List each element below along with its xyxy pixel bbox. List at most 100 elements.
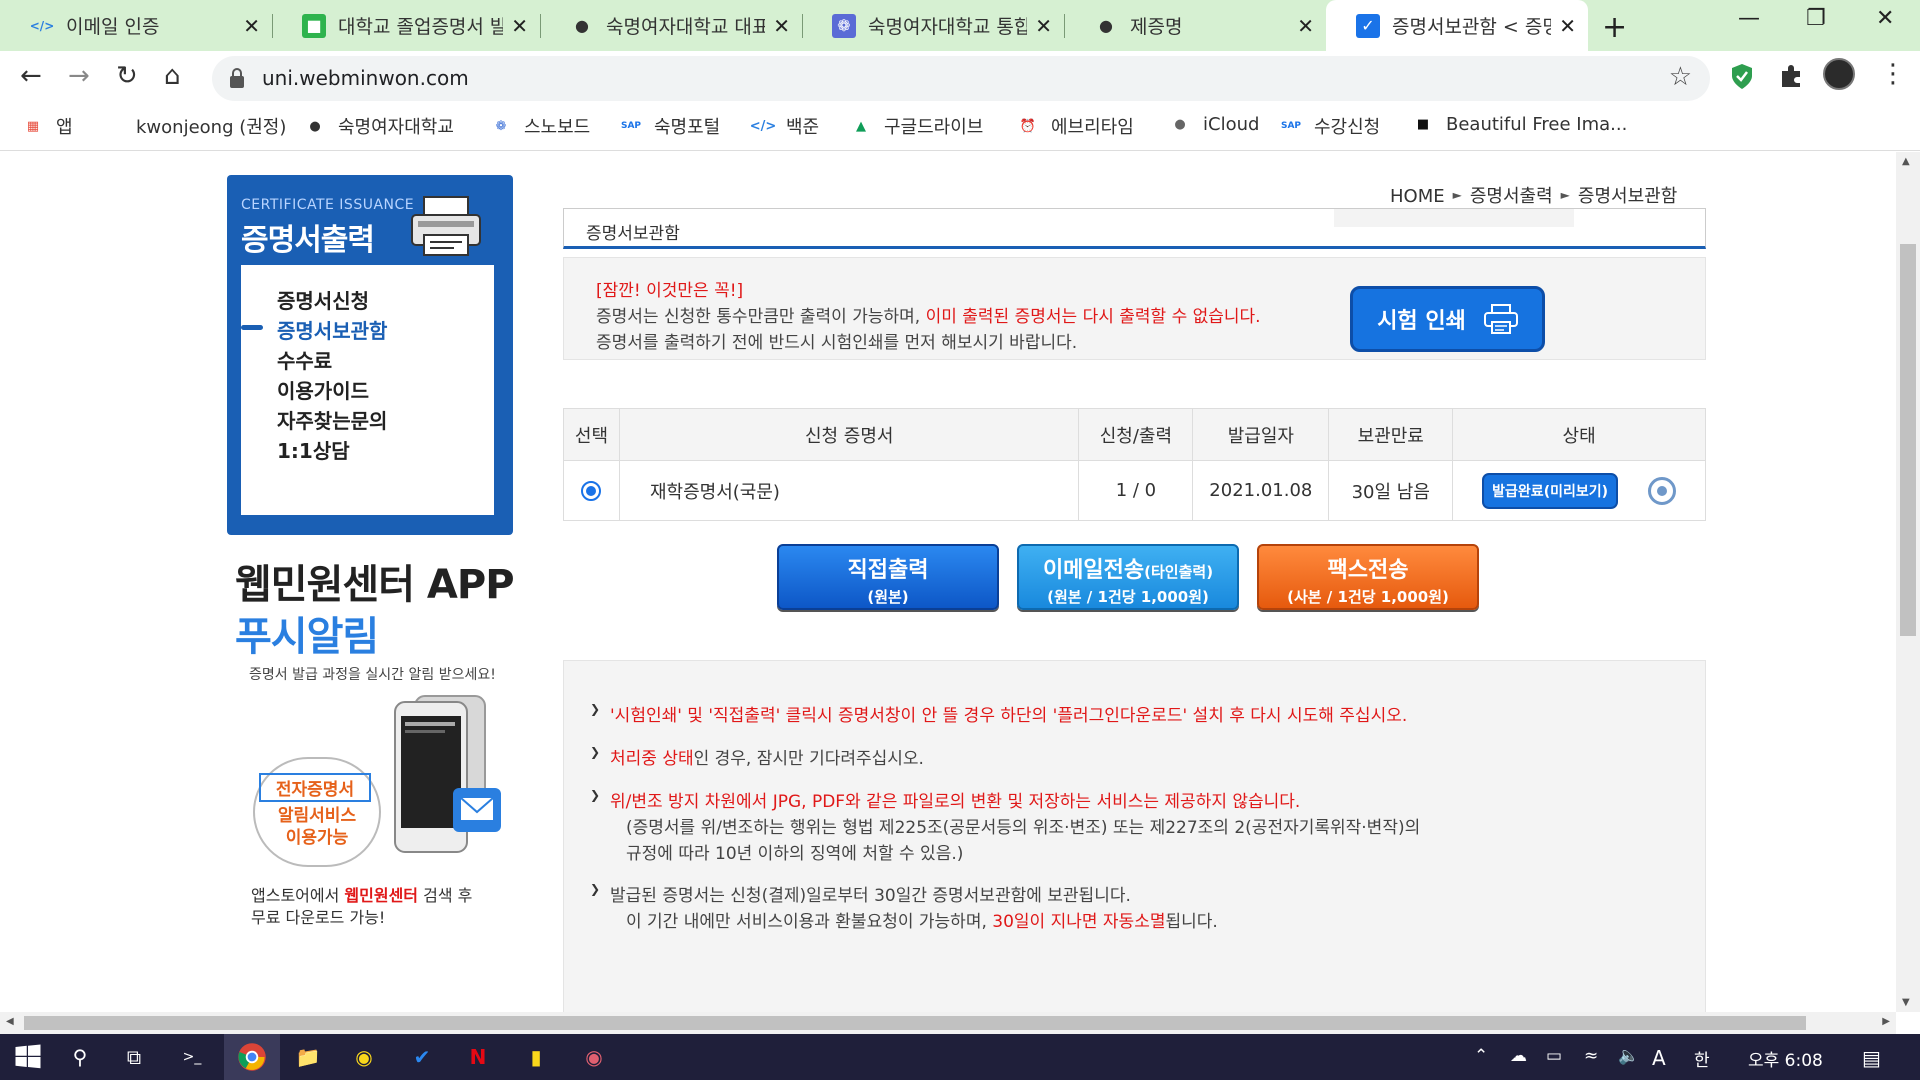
eye-icon[interactable] [1648, 476, 1677, 505]
address-bar[interactable]: uni.webminwon.com ☆ [212, 56, 1710, 101]
horizontal-scrollbar[interactable]: ◀ ▶ [0, 1012, 1896, 1034]
test-print-button[interactable]: 시험 인쇄 [1350, 286, 1545, 352]
battery-icon[interactable]: ▭ [1546, 1046, 1562, 1066]
scroll-down-icon[interactable]: ▼ [1902, 997, 1910, 1008]
tray-chevron-icon[interactable]: ⌃ [1474, 1046, 1488, 1066]
bookmark-2[interactable]: kwonjeong (권정) [136, 113, 286, 139]
ghost-strip [1334, 209, 1574, 227]
cert-menu-item[interactable]: 이용가이드 [277, 375, 369, 404]
todo-icon[interactable]: ✔ [406, 1042, 438, 1072]
new-tab-button[interactable]: + [1602, 10, 1627, 45]
scroll-right-icon[interactable]: ▶ [1882, 1016, 1890, 1027]
netflix-icon[interactable]: N [462, 1042, 494, 1072]
tab-close-icon[interactable]: ✕ [1297, 14, 1314, 38]
paint-icon[interactable]: ◉ [578, 1042, 610, 1072]
app-ad-push: 푸시알림 [235, 614, 379, 660]
puzzle-extension-icon[interactable] [1778, 63, 1804, 89]
arrow-icon: ❯ [590, 745, 601, 759]
lock-icon[interactable] [228, 67, 246, 89]
notification-center-icon[interactable]: ▤ [1862, 1046, 1881, 1070]
column-header: 신청/출력 [1078, 408, 1194, 461]
tab-6[interactable]: ✓ 증명서보관함 < 증명 ✕ [1326, 0, 1588, 51]
tab-close-icon[interactable]: ✕ [243, 14, 260, 38]
action-sub-label: (사본 / 1건당 1,000원) [1287, 588, 1449, 606]
task-view-icon[interactable]: ⧉ [118, 1042, 150, 1072]
onedrive-icon[interactable]: ☁ [1510, 1046, 1527, 1066]
file-explorer-icon[interactable]: 📁 [292, 1042, 324, 1072]
bookmark-1[interactable]: ▦ 앱 [22, 113, 73, 139]
menu-kebab-icon[interactable]: ⋮ [1880, 59, 1906, 89]
bookmark-4[interactable]: ❁ 스노보드 [490, 113, 591, 139]
tab-close-icon[interactable]: ✕ [1035, 14, 1052, 38]
windows-start-icon[interactable] [12, 1042, 44, 1072]
tab-3[interactable]: ● 숙명여자대학교 대표 ✕ [540, 0, 802, 51]
globe-icon: ● [309, 118, 321, 134]
action-button-1[interactable]: 직접출력 (원본) [777, 544, 999, 610]
sap-icon: SAP [620, 121, 642, 131]
tab-close-icon[interactable]: ✕ [773, 14, 790, 38]
reload-button[interactable]: ↻ [116, 61, 138, 91]
search-icon[interactable]: ⚲ [64, 1042, 96, 1072]
tab-close-icon[interactable]: ✕ [511, 14, 528, 38]
terminal-icon[interactable]: >_ [176, 1042, 208, 1072]
volume-icon[interactable]: 🔈 [1618, 1046, 1639, 1066]
bookmark-label: 수강신청 [1314, 117, 1381, 138]
google-drive-icon: ▲ [856, 118, 866, 134]
breadcrumb-item[interactable]: 증명서보관함 [1578, 186, 1677, 207]
font-icon[interactable]: A [1652, 1046, 1666, 1070]
bookmark-6[interactable]: </> 백준 [750, 113, 819, 139]
scroll-left-icon[interactable]: ◀ [6, 1016, 14, 1027]
breadcrumb-item[interactable]: 증명서출력 [1470, 186, 1553, 207]
bookmark-3[interactable]: ● 숙명여자대학교 [304, 113, 454, 139]
tab-4[interactable]: ❁ 숙명여자대학교 통합 ✕ [802, 0, 1064, 51]
vertical-scrollbar[interactable]: ▲ ▼ [1896, 152, 1920, 1012]
vertical-scroll-thumb[interactable] [1900, 244, 1916, 636]
forward-button[interactable]: → [68, 61, 90, 91]
bookmark-11[interactable]: ■ Beautiful Free Ima... [1412, 113, 1628, 135]
bookmark-8[interactable]: ⏰ 에브리타임 [1017, 113, 1134, 139]
tab-close-icon[interactable]: ✕ [1559, 14, 1576, 38]
cert-menu-item[interactable]: 수수료 [277, 345, 332, 374]
tab-2[interactable]: ■ 대학교 졸업증명서 발 ✕ [272, 0, 540, 51]
bookmark-7[interactable]: ▲ 구글드라이브 [850, 113, 983, 139]
bubble-line-1: 알림서비스 [277, 806, 357, 826]
close-window-button[interactable]: ✕ [1876, 6, 1894, 31]
ime-indicator[interactable]: 한 [1694, 1046, 1710, 1071]
kakaotalk-icon[interactable]: ◉ [348, 1042, 380, 1072]
cert-menu-item[interactable]: 증명서신청 [277, 285, 369, 314]
restore-button[interactable]: ❐ [1806, 6, 1826, 31]
row-radio[interactable] [581, 481, 602, 501]
preview-button[interactable]: 발급완료(미리보기) [1482, 472, 1619, 509]
profile-avatar[interactable] [1823, 58, 1855, 90]
chrome-icon[interactable] [236, 1042, 268, 1072]
wifi-icon[interactable]: ≈ [1584, 1046, 1598, 1066]
bookmark-10[interactable]: SAP 수강신청 [1280, 113, 1380, 139]
action-button-3[interactable]: 팩스전송 (사본 / 1건당 1,000원) [1257, 544, 1479, 610]
clock[interactable]: 오후 6:08 [1748, 1046, 1823, 1071]
tab-title: 제증명 [1130, 16, 1183, 38]
bookmark-5[interactable]: SAP 숙명포털 [620, 113, 720, 139]
sticky-notes-icon[interactable]: ▮ [520, 1042, 552, 1072]
tab-5[interactable]: ● 제증명 ✕ [1064, 0, 1326, 51]
notice-box: [잠깐! 이것만은 꼭!] 증명서는 신청한 통수만큼만 출력이 가능하며, 이… [563, 257, 1706, 360]
scroll-up-icon[interactable]: ▲ [1902, 156, 1910, 167]
cert-menu-item[interactable]: 증명서보관함 [277, 315, 387, 344]
cert-menu-item[interactable]: 자주찾는문의 [277, 405, 387, 434]
breadcrumb-item[interactable]: HOME [1390, 186, 1445, 207]
action-main-label: 직접출력 [779, 552, 997, 584]
cert-menu-item[interactable]: 1:1상담 [277, 435, 350, 464]
back-button[interactable]: ← [20, 61, 42, 91]
action-button-2[interactable]: 이메일전송(타인출력) (원본 / 1건당 1,000원) [1017, 544, 1239, 610]
column-header: 발급일자 [1192, 408, 1330, 461]
info-box: ❯ '시험인쇄' 및 '직접출력' 클릭시 증명서창이 안 뜰 경우 하단의 '플… [563, 660, 1706, 1012]
bookmark-star-icon[interactable]: ☆ [1669, 62, 1692, 92]
minimize-button[interactable]: — [1738, 6, 1760, 31]
breadcrumb-arrow-icon: ► [1452, 188, 1462, 202]
tab-1[interactable]: </> 이메일 인증 ✕ [0, 0, 272, 51]
shield-extension-icon[interactable] [1730, 63, 1754, 91]
column-header: 신청 증명서 [619, 408, 1080, 461]
panel-title: 증명서출력 [241, 223, 375, 258]
horizontal-scroll-thumb[interactable] [24, 1016, 1806, 1030]
bookmark-9[interactable]: ● iCloud [1169, 113, 1259, 135]
home-button[interactable]: ⌂ [164, 61, 181, 91]
